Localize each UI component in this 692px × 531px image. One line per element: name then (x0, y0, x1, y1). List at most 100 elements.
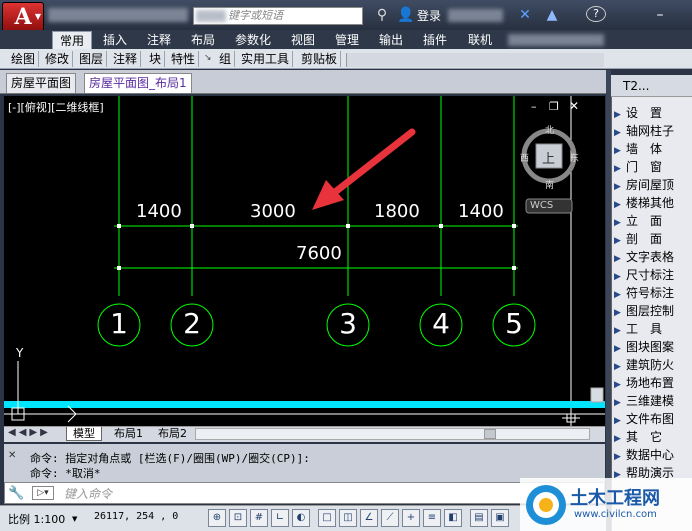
palette-item-3d-modeling[interactable]: ▶ 三维建模 (614, 392, 674, 410)
palette-item-fire-protection[interactable]: ▶ 建筑防火 (614, 356, 674, 374)
selection-cycling-icon[interactable]: ▣ (491, 509, 509, 527)
3d-object-snap-icon[interactable]: ◫ (339, 509, 357, 527)
ortho-mode-icon[interactable]: ∟ (271, 509, 289, 527)
panel-annotation[interactable]: 注释 (110, 51, 142, 67)
panel-draw[interactable]: 绘图 (8, 51, 40, 67)
viewport-minimize-icon[interactable]: – (531, 100, 537, 113)
viewcube-west[interactable]: 西 (520, 151, 529, 164)
layout-tab-layout1[interactable]: 布局1 (108, 427, 149, 441)
axis-number-3[interactable]: 3 (336, 307, 360, 340)
palette-item-rooms-roofs[interactable]: ▶ 房间屋顶 (614, 176, 674, 194)
vscroll-thumb (590, 387, 604, 403)
command-prompt-icon[interactable]: ▷▾ (32, 486, 54, 500)
scale-dropdown-icon[interactable]: ▼ (72, 515, 77, 523)
command-input[interactable]: 键入命令 (64, 485, 112, 502)
wrench-icon[interactable]: 🔧 (8, 486, 24, 501)
account-info (448, 9, 503, 22)
palette-item-other[interactable]: ▶ 其 它 (614, 428, 662, 446)
polar-tracking-icon[interactable]: ◐ (292, 509, 310, 527)
panel-layers[interactable]: 图层 (76, 51, 108, 67)
palette-item-site-layout[interactable]: ▶ 场地布置 (614, 374, 674, 392)
drawing-canvas[interactable]: [-][俯视][二维线框] 1400 3000 1800 1400 7600 1… (4, 96, 605, 426)
axis-number-1[interactable]: 1 (107, 307, 131, 340)
dynamic-input-icon[interactable]: + (402, 509, 420, 527)
quick-access-toolbar[interactable] (48, 8, 188, 22)
palette-title[interactable]: T2... (611, 75, 692, 97)
triangle-app-icon[interactable]: ▲ (541, 6, 563, 24)
binoculars-icon[interactable]: ⚲ (373, 6, 391, 24)
tab-manage[interactable]: 管理 (328, 31, 366, 49)
dimension-text-3[interactable]: 1800 (374, 201, 420, 222)
tab-output[interactable]: 输出 (372, 31, 410, 49)
dynamic-ucs-icon[interactable]: ⟋ (381, 509, 399, 527)
panel-utilities[interactable]: 实用工具 (238, 51, 294, 67)
panel-clipboard[interactable]: 剪贴板 (298, 51, 342, 67)
palette-item-text-tables[interactable]: ▶ 文字表格 (614, 248, 674, 266)
palette-item-layer-control[interactable]: ▶ 图层控制 (614, 302, 674, 320)
exchange-icon[interactable]: ✕ (514, 6, 536, 24)
viewcube-south[interactable]: 南 (545, 178, 554, 191)
file-tab-floorplan[interactable]: 房屋平面图 (6, 73, 77, 93)
dimension-text-4[interactable]: 1400 (458, 201, 504, 222)
palette-item-axis-columns[interactable]: ▶ 轴网柱子 (614, 122, 674, 140)
tab-layout[interactable]: 布局 (184, 31, 222, 49)
object-snap-tracking-icon[interactable]: ∠ (360, 509, 378, 527)
dimension-text-1[interactable]: 1400 (136, 201, 182, 222)
dimension-text-2[interactable]: 3000 (250, 201, 296, 222)
tab-annotate[interactable]: 注释 (140, 31, 178, 49)
palette-item-blocks-hatch[interactable]: ▶ 图块图案 (614, 338, 674, 356)
help-icon[interactable]: ? (586, 6, 606, 22)
hscroll-thumb[interactable] (484, 429, 496, 439)
expand-arrow-icon[interactable]: ↘ (204, 53, 212, 63)
palette-item-dimensions[interactable]: ▶ 尺寸标注 (614, 266, 674, 284)
file-tab-floorplan-layout1[interactable]: 房屋平面图_布局1 (84, 73, 192, 93)
login-button[interactable]: 登录 (417, 7, 441, 24)
palette-item-elevation[interactable]: ▶ 立 面 (614, 212, 662, 230)
palette-item-symbols[interactable]: ▶ 符号标注 (614, 284, 674, 302)
transparency-icon[interactable]: ◧ (444, 509, 462, 527)
palette-item-settings[interactable]: ▶ 设 置 (614, 104, 662, 122)
tab-online[interactable]: 联机 (460, 31, 500, 49)
annotation-scale[interactable]: 比例 1:100 (8, 511, 65, 527)
palette-item-data-center[interactable]: ▶ 数据中心 (614, 446, 674, 464)
viewcube-north[interactable]: 北 (545, 123, 554, 136)
panel-modify[interactable]: 修改 (42, 51, 74, 67)
ground-line (4, 401, 605, 408)
object-snap-icon[interactable]: □ (318, 509, 336, 527)
viewcube-east[interactable]: 东 (570, 151, 579, 164)
minimize-icon[interactable]: – (652, 6, 668, 24)
tab-insert[interactable]: 插入 (96, 31, 134, 49)
total-dimension-text[interactable]: 7600 (296, 243, 342, 264)
grid-display-icon[interactable]: # (250, 509, 268, 527)
snap-mode-icon[interactable]: ⊡ (229, 509, 247, 527)
user-icon[interactable]: 👤 (397, 6, 415, 24)
panel-groups[interactable]: 组 (216, 51, 236, 67)
layout-nav-arrows-icon[interactable]: ◀◀▶▶ (8, 427, 51, 438)
axis-number-5[interactable]: 5 (502, 307, 526, 340)
tab-view[interactable]: 视图 (284, 31, 322, 49)
command-close-icon[interactable]: ✕ (8, 450, 16, 461)
panel-block[interactable]: 块 (146, 51, 166, 67)
viewcube-top-face[interactable]: 上 (542, 148, 555, 167)
layout-tab-layout2[interactable]: 布局2 (152, 427, 193, 441)
layout-tab-model[interactable]: 模型 (66, 427, 102, 441)
axis-number-4[interactable]: 4 (429, 307, 453, 340)
viewport-restore-icon[interactable]: ❐ (549, 100, 559, 113)
quick-properties-icon[interactable]: ▤ (470, 509, 488, 527)
wcs-button[interactable]: WCS (530, 200, 553, 211)
panel-properties[interactable]: 特性 (168, 51, 200, 67)
tab-plugins[interactable]: 插件 (416, 31, 454, 49)
infer-constraints-icon[interactable]: ⊕ (208, 509, 226, 527)
axis-number-2[interactable]: 2 (180, 307, 204, 340)
palette-item-section[interactable]: ▶ 剖 面 (614, 230, 662, 248)
palette-item-stairs-other[interactable]: ▶ 楼梯其他 (614, 194, 674, 212)
horizontal-scrollbar[interactable] (195, 428, 590, 440)
viewport-close-icon[interactable]: ✕ (569, 99, 579, 113)
tab-home[interactable]: 常用 (52, 31, 92, 49)
palette-item-walls[interactable]: ▶ 墙 体 (614, 140, 662, 158)
palette-item-doors-windows[interactable]: ▶ 门 窗 (614, 158, 662, 176)
palette-item-tools[interactable]: ▶ 工 具 (614, 320, 662, 338)
palette-item-file-layout[interactable]: ▶ 文件布图 (614, 410, 674, 428)
tab-parametric[interactable]: 参数化 (228, 31, 278, 49)
lineweight-icon[interactable]: ≡ (423, 509, 441, 527)
